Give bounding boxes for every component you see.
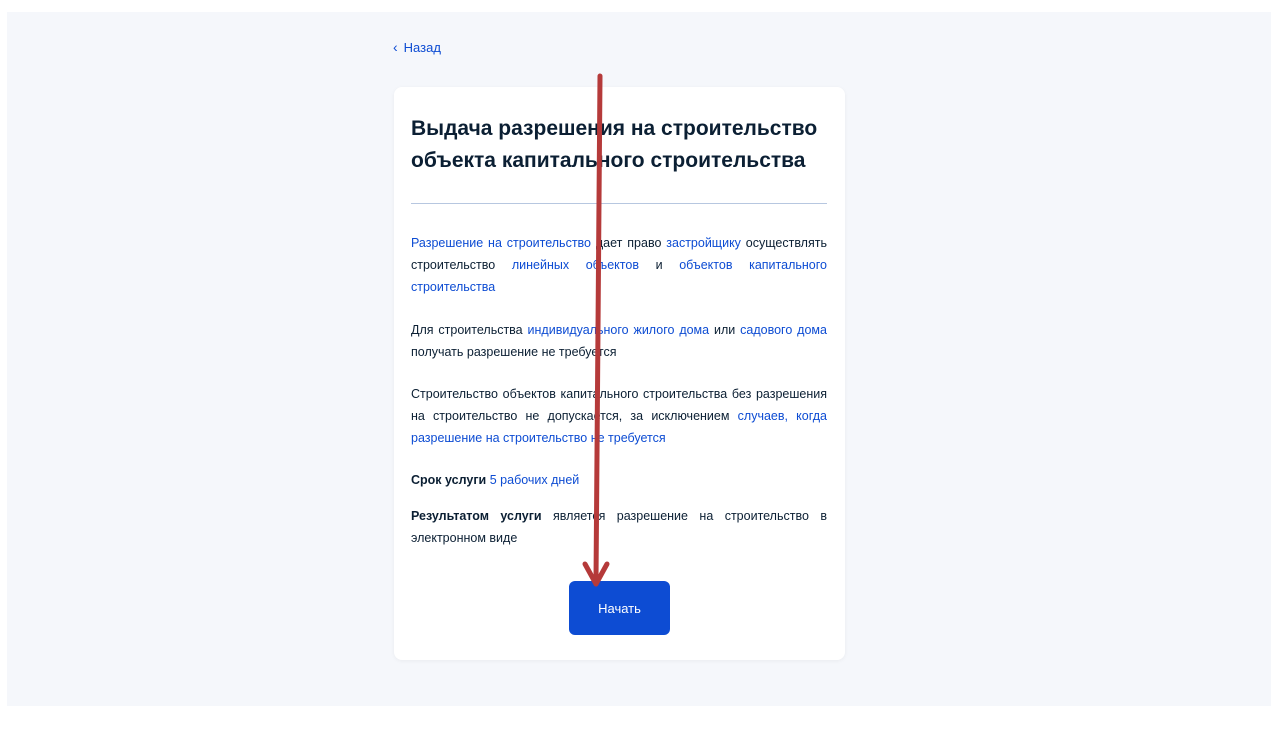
link-service-term-days[interactable]: 5 рабочих дней <box>490 473 580 487</box>
page-title: Выдача разрешения на строительство объек… <box>411 117 818 172</box>
start-button[interactable]: Начать <box>569 581 670 635</box>
restriction-paragraph: Строительство объектов капитального стро… <box>411 383 827 449</box>
text: или <box>709 323 741 337</box>
link-developer[interactable]: застройщику <box>666 236 741 250</box>
service-result-label: Результатом услуги <box>411 509 542 523</box>
back-label: Назад <box>403 40 441 55</box>
divider <box>411 203 827 204</box>
service-card: Выдача разрешения на строительство объек… <box>394 87 845 660</box>
link-garden-house[interactable]: садового дома <box>740 323 827 337</box>
page: ‹ Назад Выдача разрешения на строительст… <box>0 0 1271 733</box>
link-linear-objects[interactable]: линейных объектов <box>512 258 639 272</box>
chevron-left-icon: ‹ <box>393 39 398 55</box>
text: и <box>638 258 680 272</box>
service-term-label: Срок услуги <box>411 473 487 487</box>
description-paragraph: Разрешение на строительство дает право з… <box>411 232 827 298</box>
text: дает право <box>591 236 667 250</box>
exemption-paragraph: Для строительства индивидуального жилого… <box>411 319 827 363</box>
text: получать разрешение не требуется <box>411 345 617 359</box>
service-result: Результатом услуги является разрешение н… <box>411 505 827 549</box>
back-link[interactable]: ‹ Назад <box>393 40 441 55</box>
text: Для строительства <box>411 323 528 337</box>
service-term: Срок услуги 5 рабочих дней <box>411 469 827 491</box>
link-construction-permit[interactable]: Разрешение на строительство <box>411 236 591 250</box>
link-individual-house[interactable]: индивидуального жилого дома <box>528 323 710 337</box>
